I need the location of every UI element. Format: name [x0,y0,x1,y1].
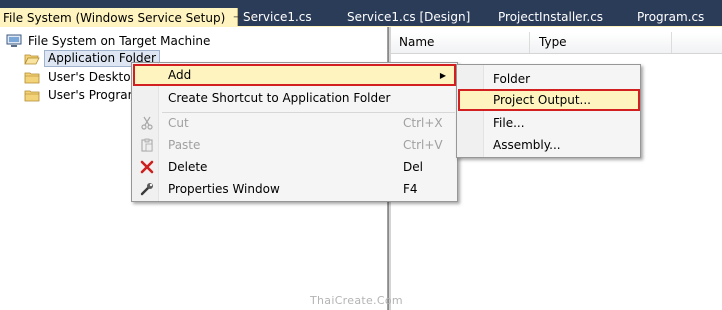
submenu-item-label: Folder [493,72,531,86]
tab-program-cs[interactable]: Program.cs [637,8,704,27]
tab-service1-design[interactable]: Service1.cs [Design] [347,8,470,27]
menu-item-label: Cut [168,116,189,130]
submenu-arrow-icon: ▶ [439,70,446,80]
menu-item-shortcut: F4 [403,182,418,196]
submenu-item-project-output[interactable]: Project Output... [458,89,640,111]
tab-projectinstaller-cs[interactable]: ProjectInstaller.cs [498,8,603,27]
submenu-item-label: File... [493,116,525,130]
tab-service1-cs[interactable]: Service1.cs [243,8,312,27]
menu-item-label: Properties Window [168,182,280,196]
paste-icon [139,137,155,153]
list-header: Name Type [391,32,722,54]
tab-file-system[interactable]: File System (Windows Service Setup) ⊸ ✕ [0,8,256,27]
column-divider[interactable] [671,32,672,53]
menu-item-shortcut: Del [403,160,423,174]
column-header-type[interactable]: Type [539,35,567,49]
tree-item-label: User's Desktop [48,69,139,84]
pin-icon[interactable]: ⊸ [233,12,241,23]
menu-item-add[interactable]: Add ▶ [133,64,456,86]
column-header-name[interactable]: Name [399,35,434,49]
folder-icon [24,90,40,101]
computer-icon [6,34,22,47]
submenu-item-file[interactable]: File... [458,112,640,134]
document-tab-strip: File System (Windows Service Setup) ⊸ ✕ … [0,0,722,27]
context-menu: Add ▶ Create Shortcut to Application Fol… [131,62,458,202]
menu-item-properties-window[interactable]: Properties Window F4 [133,178,456,200]
submenu-item-label: Assembly... [493,138,561,152]
folder-icon [24,72,40,83]
watermark-text: ThaiCreate.Com [310,294,403,307]
menu-item-delete[interactable]: Delete Del [133,156,456,178]
scissors-icon [139,115,155,131]
menu-item-label: Delete [168,160,208,174]
delete-x-icon [139,159,155,175]
menu-item-label: Add [168,68,192,82]
tree-root-label: File System on Target Machine [28,33,211,48]
menu-item-shortcut: Ctrl+X [403,116,443,130]
add-submenu: Folder Project Output... File... Assembl… [456,64,641,158]
tree-item-users-desktop[interactable]: User's Desktop [24,68,142,85]
tree-root-node[interactable]: File System on Target Machine [6,32,214,49]
menu-item-cut[interactable]: Cut Ctrl+X [133,112,456,134]
submenu-item-folder[interactable]: Folder [458,68,640,90]
menu-item-paste[interactable]: Paste Ctrl+V [133,134,456,156]
menu-item-shortcut: Ctrl+V [403,138,443,152]
column-divider[interactable] [529,32,530,53]
menu-item-label: Paste [168,138,201,152]
submenu-item-label: Project Output... [493,93,591,107]
open-folder-icon [24,54,40,64]
menu-item-create-shortcut[interactable]: Create Shortcut to Application Folder [133,87,456,109]
tab-file-system-label: File System (Windows Service Setup) [3,10,226,25]
submenu-item-assembly[interactable]: Assembly... [458,134,640,156]
wrench-icon [139,181,155,197]
menu-item-label: Create Shortcut to Application Folder [168,91,391,105]
